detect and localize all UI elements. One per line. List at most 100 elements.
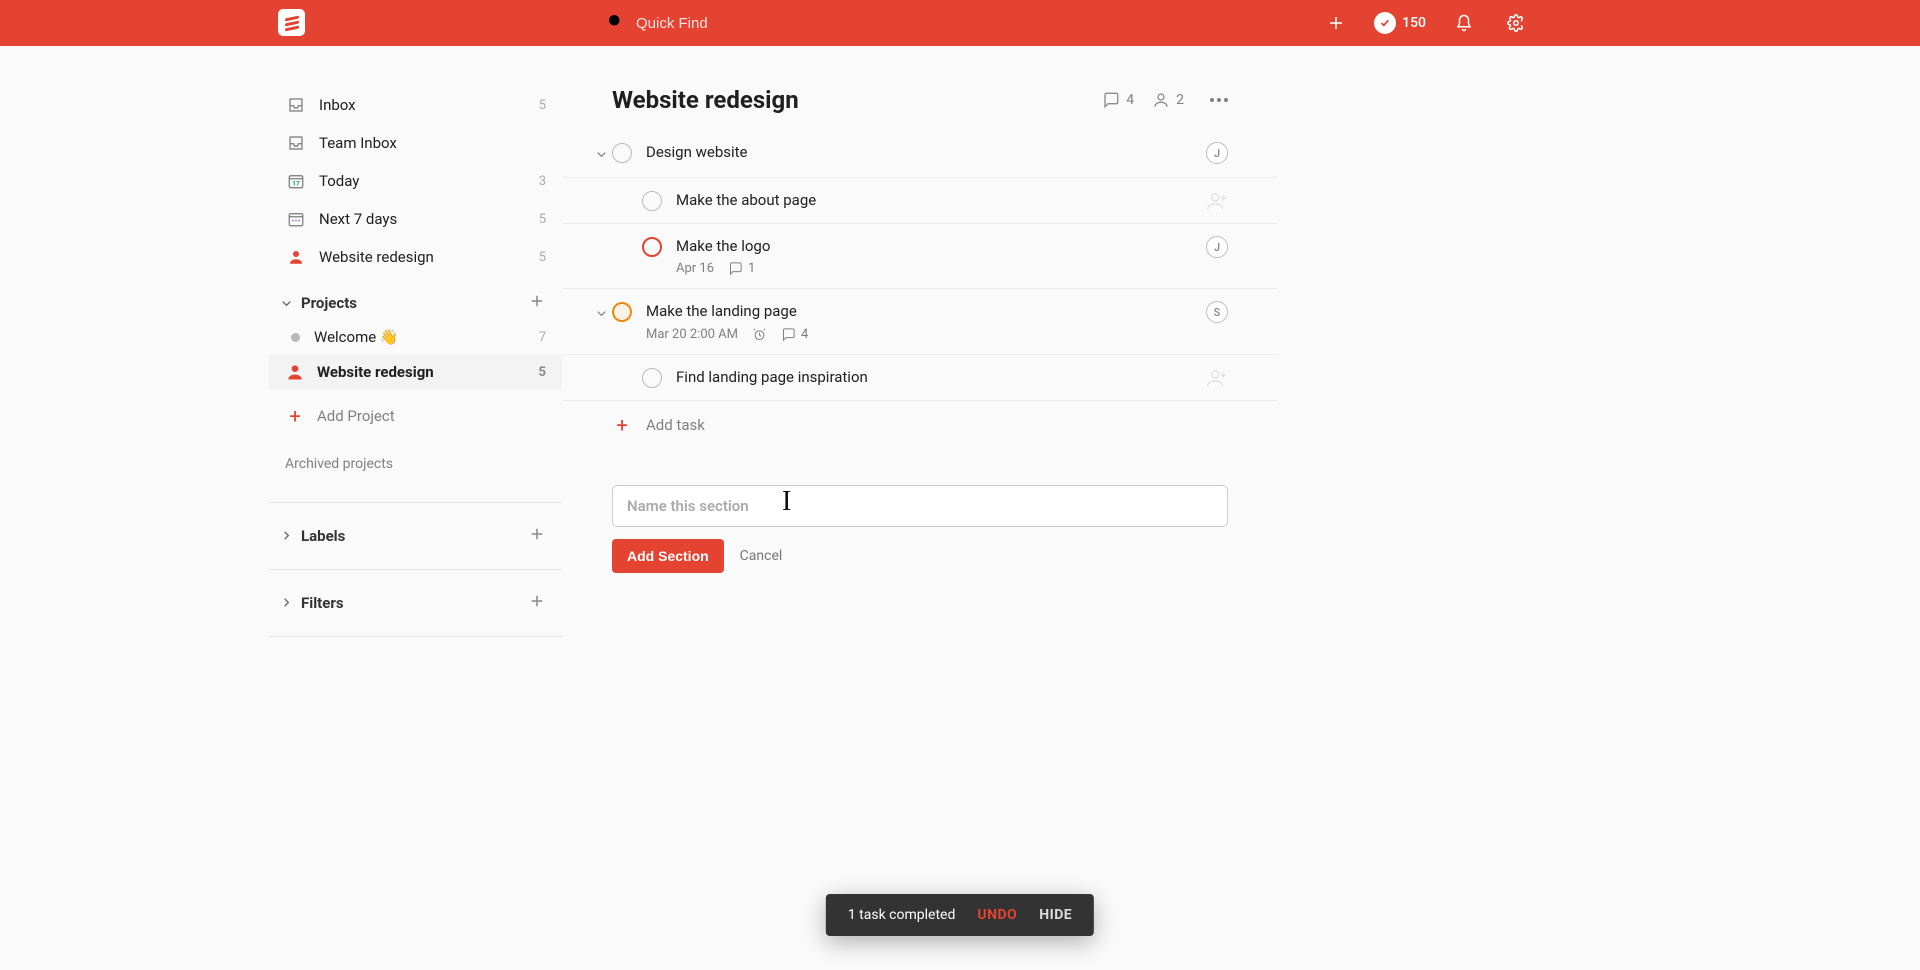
sidebar-filters-header[interactable]: Filters (269, 582, 562, 624)
task-checkbox[interactable] (612, 143, 632, 163)
settings-icon[interactable] (1502, 9, 1530, 37)
project-color-dot (291, 333, 300, 342)
karma-count: 150 (1402, 15, 1426, 31)
sidebar-team-inbox[interactable]: Team Inbox (269, 124, 562, 162)
task-due-date: Apr 16 (676, 261, 714, 276)
reminder-icon (752, 327, 767, 342)
person-icon (285, 246, 307, 268)
sidebar-header-label: Filters (301, 594, 344, 612)
task-checkbox[interactable] (642, 368, 662, 388)
app-logo[interactable] (278, 9, 305, 36)
sidebar-count: 5 (539, 98, 546, 113)
task-title: Make the landing page (646, 301, 1228, 321)
task-checkbox[interactable] (642, 237, 662, 257)
task-title: Find landing page inspiration (676, 367, 1228, 387)
task-checkbox[interactable] (612, 302, 632, 322)
sidebar-header-label: Projects (301, 294, 357, 312)
assign-person-icon[interactable] (1206, 367, 1228, 393)
sidebar-inbox[interactable]: Inbox 5 (269, 86, 562, 124)
search-icon (606, 12, 624, 34)
section-name-input[interactable] (612, 485, 1228, 527)
add-task-icon[interactable] (1322, 9, 1350, 37)
task-row[interactable]: Make the about page (562, 178, 1278, 224)
karma-indicator[interactable]: 150 (1374, 12, 1426, 34)
collapse-toggle-icon[interactable] (592, 302, 610, 324)
task-due-date: Mar 20 2:00 AM (646, 327, 738, 342)
task-comment-count[interactable]: 1 (728, 261, 755, 276)
task-row[interactable]: Make the landing page Mar 20 2:00 AM 4 (562, 289, 1278, 354)
sidebar-next-7-days[interactable]: Next 7 days 5 (269, 200, 562, 238)
sidebar-label: Website redesign (317, 363, 527, 381)
sidebar-projects-header[interactable]: Projects (269, 282, 562, 320)
task-title: Make the about page (676, 190, 1228, 210)
add-project-icon[interactable] (526, 292, 548, 314)
assign-person-icon[interactable] (1206, 190, 1228, 216)
sidebar-add-project[interactable]: + Add Project (269, 394, 562, 438)
team-inbox-icon (285, 132, 307, 154)
plus-icon: + (285, 404, 305, 428)
sidebar-header-label: Labels (301, 527, 345, 545)
add-task[interactable]: + Add task (562, 401, 1278, 449)
project-view: Website redesign 4 2 (562, 46, 1278, 970)
topbar-actions: 150 (1322, 9, 1530, 37)
assignee-avatar[interactable]: J (1206, 142, 1228, 164)
quick-find[interactable] (606, 12, 894, 34)
task-row[interactable]: Design website J (562, 130, 1278, 178)
task-comment-count[interactable]: 4 (781, 327, 808, 342)
add-label-icon[interactable] (526, 525, 548, 547)
chevron-down-icon (277, 294, 295, 312)
add-filter-icon[interactable] (526, 592, 548, 614)
project-comments[interactable]: 4 (1102, 91, 1134, 109)
sidebar-count: 3 (539, 174, 546, 189)
task-row[interactable]: Find landing page inspiration (562, 355, 1278, 401)
project-share[interactable]: 2 (1152, 91, 1184, 109)
sidebar-count: 5 (539, 365, 546, 380)
add-task-label: Add task (646, 416, 705, 434)
sidebar-label: Today (319, 172, 527, 190)
plus-icon: + (612, 415, 632, 435)
sidebar-label: Inbox (319, 96, 527, 114)
toast-message: 1 task completed (848, 907, 956, 923)
sidebar-label: Next 7 days (319, 210, 527, 228)
inbox-icon (285, 94, 307, 116)
person-icon (285, 362, 305, 382)
sidebar-shared-project[interactable]: Website redesign 5 (269, 238, 562, 276)
section-compose: I Add Section Cancel (562, 485, 1278, 573)
calendar-week-icon (285, 208, 307, 230)
add-section-button[interactable]: Add Section (612, 539, 724, 573)
sidebar-project-website-redesign[interactable]: Website redesign 5 (269, 354, 562, 390)
sidebar-label: Website redesign (319, 248, 527, 266)
project-title: Website redesign (612, 86, 1102, 114)
search-input[interactable] (634, 14, 894, 33)
assignee-avatar[interactable]: S (1206, 301, 1228, 323)
collapse-toggle-icon[interactable] (592, 143, 610, 165)
undo-button[interactable]: UNDO (977, 907, 1017, 923)
undo-toast: 1 task completed UNDO HIDE (826, 894, 1094, 936)
project-header: Website redesign 4 2 (562, 86, 1278, 130)
task-title: Design website (646, 142, 1228, 162)
sidebar-today[interactable]: 17 Today 3 (269, 162, 562, 200)
notifications-icon[interactable] (1450, 9, 1478, 37)
project-share-count: 2 (1176, 92, 1184, 108)
sidebar-project-welcome[interactable]: Welcome 👋 7 (269, 320, 562, 354)
hide-button[interactable]: HIDE (1039, 907, 1072, 923)
task-title: Make the logo (676, 236, 1228, 256)
svg-text:17: 17 (292, 180, 300, 188)
karma-icon (1374, 12, 1396, 34)
sidebar-label: Welcome 👋 (314, 328, 527, 346)
chevron-right-icon (277, 594, 295, 612)
project-comments-count: 4 (1126, 92, 1134, 108)
calendar-today-icon: 17 (285, 170, 307, 192)
task-row[interactable]: Make the logo Apr 16 1 J (562, 224, 1278, 289)
sidebar-labels-header[interactable]: Labels (269, 515, 562, 557)
assignee-avatar[interactable]: J (1206, 236, 1228, 258)
sidebar-count: 5 (539, 212, 546, 227)
sidebar-archived-projects[interactable]: Archived projects (269, 438, 562, 490)
project-more-icon[interactable] (1210, 98, 1228, 102)
sidebar: Inbox 5 Team Inbox 17 Today 3 Next 7 day… (269, 46, 562, 970)
task-checkbox[interactable] (642, 191, 662, 211)
topbar: 150 (0, 0, 1920, 46)
sidebar-count: 7 (539, 330, 546, 345)
chevron-right-icon (277, 527, 295, 545)
cancel-button[interactable]: Cancel (740, 548, 783, 564)
